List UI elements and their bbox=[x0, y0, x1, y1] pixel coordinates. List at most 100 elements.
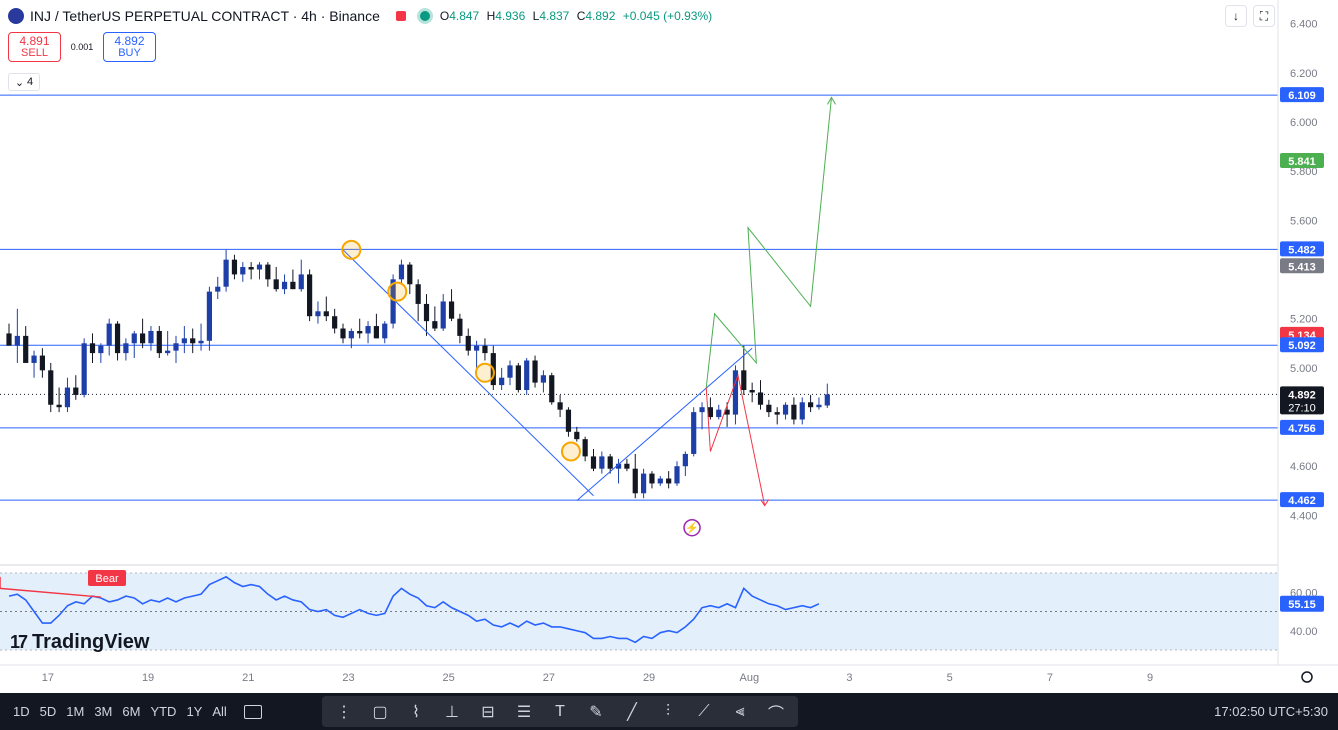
pattern-tool-icon[interactable]: ⟋ bbox=[691, 703, 717, 721]
price-range-icon[interactable]: ⊟ bbox=[475, 702, 501, 722]
candle-body bbox=[432, 321, 438, 329]
fib-tool-icon[interactable]: ☰ bbox=[511, 702, 537, 722]
price-label: 5.413 bbox=[1288, 261, 1316, 273]
flag-icon[interactable] bbox=[395, 11, 406, 21]
date-range-icon[interactable] bbox=[243, 704, 262, 719]
candle-body bbox=[499, 377, 505, 386]
candle-body bbox=[382, 323, 388, 339]
text-tool-icon[interactable]: T bbox=[547, 703, 573, 721]
ohlc-values: O4.847 H4.936 L4.837 C4.892 +0.045 (+0.9… bbox=[439, 9, 713, 23]
candle-body bbox=[582, 439, 588, 457]
y-tick-label: 4.600 bbox=[1290, 461, 1318, 473]
indicator-count: 4 bbox=[27, 76, 34, 88]
candle-body bbox=[357, 330, 363, 334]
candle-body bbox=[56, 404, 62, 408]
range-1m[interactable]: 1M bbox=[61, 704, 89, 719]
drag-handle-icon[interactable]: ⋮ bbox=[331, 702, 357, 722]
tradingview-logo: 17 TradingView bbox=[10, 631, 150, 653]
curve-tool-icon[interactable]: ⌒ bbox=[763, 700, 789, 724]
symbol-title[interactable]: INJ / TetherUS PERPETUAL CONTRACT · 4h ·… bbox=[30, 8, 380, 24]
candle-body bbox=[240, 267, 246, 275]
range-all[interactable]: All bbox=[207, 704, 231, 719]
price-label: 5.092 bbox=[1288, 340, 1316, 352]
indicator-toggle[interactable]: ⌄ 4 bbox=[8, 73, 40, 91]
measure-tool-icon[interactable]: ⫷ bbox=[727, 703, 753, 721]
y-tick-label: 4.400 bbox=[1290, 510, 1318, 522]
range-selector: 1D 5D 1M 3M 6M YTD 1Y All bbox=[8, 693, 262, 730]
candle-body bbox=[231, 259, 238, 275]
candle-body bbox=[98, 345, 104, 354]
trade-buttons: 4.891 SELL 0.001 4.892 BUY bbox=[8, 32, 156, 62]
candle-body bbox=[749, 389, 755, 393]
candle-body bbox=[657, 478, 663, 484]
x-tick-label: 25 bbox=[443, 672, 455, 684]
range-5d[interactable]: 5D bbox=[35, 704, 62, 719]
candle-body bbox=[766, 404, 772, 413]
candle-body bbox=[549, 375, 555, 403]
chevron-down-icon: ⌄ bbox=[14, 76, 25, 89]
buy-button[interactable]: 4.892 BUY bbox=[103, 32, 156, 62]
symbol-logo-icon[interactable] bbox=[8, 8, 24, 24]
clock[interactable]: 17:02:50 UTC+5:30 bbox=[1214, 693, 1328, 730]
candle-body bbox=[599, 456, 605, 469]
tradingview-mark-icon: 17 bbox=[10, 632, 28, 652]
candle-body bbox=[565, 409, 572, 432]
y-tick-label: 6.200 bbox=[1290, 68, 1318, 80]
x-tick-label: 23 bbox=[342, 672, 354, 684]
indicator-tool-icon[interactable]: ⫶ bbox=[655, 703, 681, 721]
range-1d[interactable]: 1D bbox=[8, 704, 35, 719]
download-button[interactable]: ↓ bbox=[1225, 5, 1247, 27]
sell-button[interactable]: 4.891 SELL bbox=[8, 32, 61, 62]
candle-body bbox=[64, 387, 71, 408]
candle-body bbox=[140, 333, 146, 344]
candle-body bbox=[791, 404, 797, 420]
chart-root[interactable]: ⚡ 6.400 6.200 6.000 5.800 5.600 5.200 5.000 4.60… bbox=[0, 0, 1338, 730]
y-tick-label: 6.000 bbox=[1290, 117, 1318, 129]
candle-body bbox=[741, 370, 747, 390]
candle-body bbox=[557, 402, 563, 410]
brush-tool-icon[interactable]: ✎ bbox=[583, 702, 609, 722]
candle-body bbox=[757, 392, 764, 405]
candle-body bbox=[415, 284, 421, 304]
candle-body bbox=[699, 407, 705, 413]
settings-gear-icon[interactable] bbox=[1301, 671, 1313, 683]
range-1y[interactable]: 1Y bbox=[181, 704, 207, 719]
candle-body bbox=[215, 286, 221, 292]
bottom-toolbar: 1D 5D 1M 3M 6M YTD 1Y All ⋮ ▢ ⌇ ⊥ ⊟ ☰ T … bbox=[0, 693, 1338, 730]
lightning-glyph: ⚡ bbox=[685, 522, 699, 535]
candle-body bbox=[198, 340, 204, 344]
candle-body bbox=[173, 343, 179, 351]
range-ytd[interactable]: YTD bbox=[145, 704, 181, 719]
candle-body bbox=[423, 303, 430, 322]
candle-body bbox=[465, 335, 471, 351]
price-change: +0.045 (+0.93%) bbox=[622, 9, 713, 23]
range-6m[interactable]: 6M bbox=[117, 704, 145, 719]
candle-body bbox=[398, 264, 405, 280]
candle-body bbox=[532, 360, 538, 383]
candle-body bbox=[31, 355, 37, 363]
price-chart[interactable]: ⚡6.4006.2006.0005.8005.6005.2005.0004.60… bbox=[0, 0, 1338, 730]
candle-body bbox=[106, 323, 112, 346]
y-tick-label: 5.600 bbox=[1290, 215, 1318, 227]
highlight-circle bbox=[341, 239, 362, 260]
arrow-down-icon: ↓ bbox=[1233, 9, 1239, 23]
candle-body bbox=[273, 279, 279, 290]
candle-body bbox=[507, 365, 513, 378]
fullscreen-button[interactable]: ⛶ bbox=[1253, 5, 1275, 27]
candle-body bbox=[816, 404, 822, 408]
trendline-tool-icon[interactable]: ╱ bbox=[619, 702, 645, 722]
highlight-circle bbox=[387, 281, 408, 302]
candle-body bbox=[482, 345, 488, 354]
candle-body bbox=[6, 333, 12, 346]
path-tool-icon[interactable]: ⌇ bbox=[403, 702, 429, 722]
price-label-countdown: 27:10 bbox=[1288, 402, 1316, 414]
y-tick-label: 5.000 bbox=[1290, 363, 1318, 375]
x-tick-label: 17 bbox=[42, 672, 54, 684]
y-tick-label: 5.200 bbox=[1290, 314, 1318, 326]
long-position-icon[interactable]: ⊥ bbox=[439, 702, 465, 722]
fullscreen-icon: ⛶ bbox=[1259, 8, 1269, 23]
rectangle-tool-icon[interactable]: ▢ bbox=[367, 702, 393, 722]
range-3m[interactable]: 3M bbox=[89, 704, 117, 719]
candle-body bbox=[315, 311, 321, 317]
x-tick-label: 27 bbox=[543, 672, 555, 684]
